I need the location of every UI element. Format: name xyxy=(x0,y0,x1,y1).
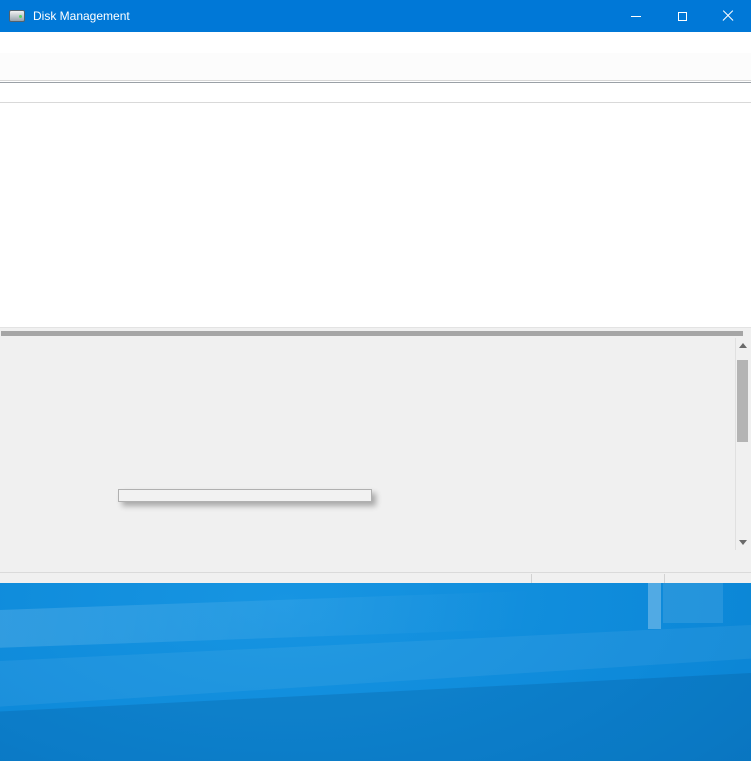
screen: Disk Management xyxy=(0,0,751,761)
horizontal-scrollbar-thumb[interactable] xyxy=(1,331,743,336)
context-menu xyxy=(118,489,372,502)
title-bar[interactable]: Disk Management xyxy=(0,0,751,32)
window-title: Disk Management xyxy=(33,9,130,23)
disk-management-window: Disk Management xyxy=(0,0,751,583)
status-bar xyxy=(0,572,751,583)
disk-management-app-icon xyxy=(9,10,25,22)
maximize-icon xyxy=(678,12,687,21)
disk-graph-pane xyxy=(0,338,751,550)
menu-bar xyxy=(0,32,751,53)
desktop-wallpaper xyxy=(0,583,751,761)
wallpaper-slat xyxy=(663,583,723,623)
volume-list-pane xyxy=(0,82,751,327)
vertical-scrollbar[interactable] xyxy=(735,338,749,550)
scroll-up-icon[interactable] xyxy=(739,343,747,348)
minimize-icon xyxy=(631,16,641,17)
close-icon xyxy=(722,10,734,22)
status-bar-divider xyxy=(664,574,665,583)
vertical-scrollbar-thumb[interactable] xyxy=(737,360,748,442)
toolbar xyxy=(0,53,751,81)
window-controls xyxy=(613,0,751,32)
scroll-down-icon[interactable] xyxy=(739,540,747,545)
close-button[interactable] xyxy=(705,0,751,32)
status-bar-divider xyxy=(531,574,532,583)
minimize-button[interactable] xyxy=(613,0,659,32)
horizontal-scrollbar[interactable] xyxy=(0,327,751,338)
volume-list-header xyxy=(0,83,751,103)
wallpaper-slat xyxy=(648,583,661,629)
legend-bar xyxy=(0,550,751,572)
maximize-button[interactable] xyxy=(659,0,705,32)
